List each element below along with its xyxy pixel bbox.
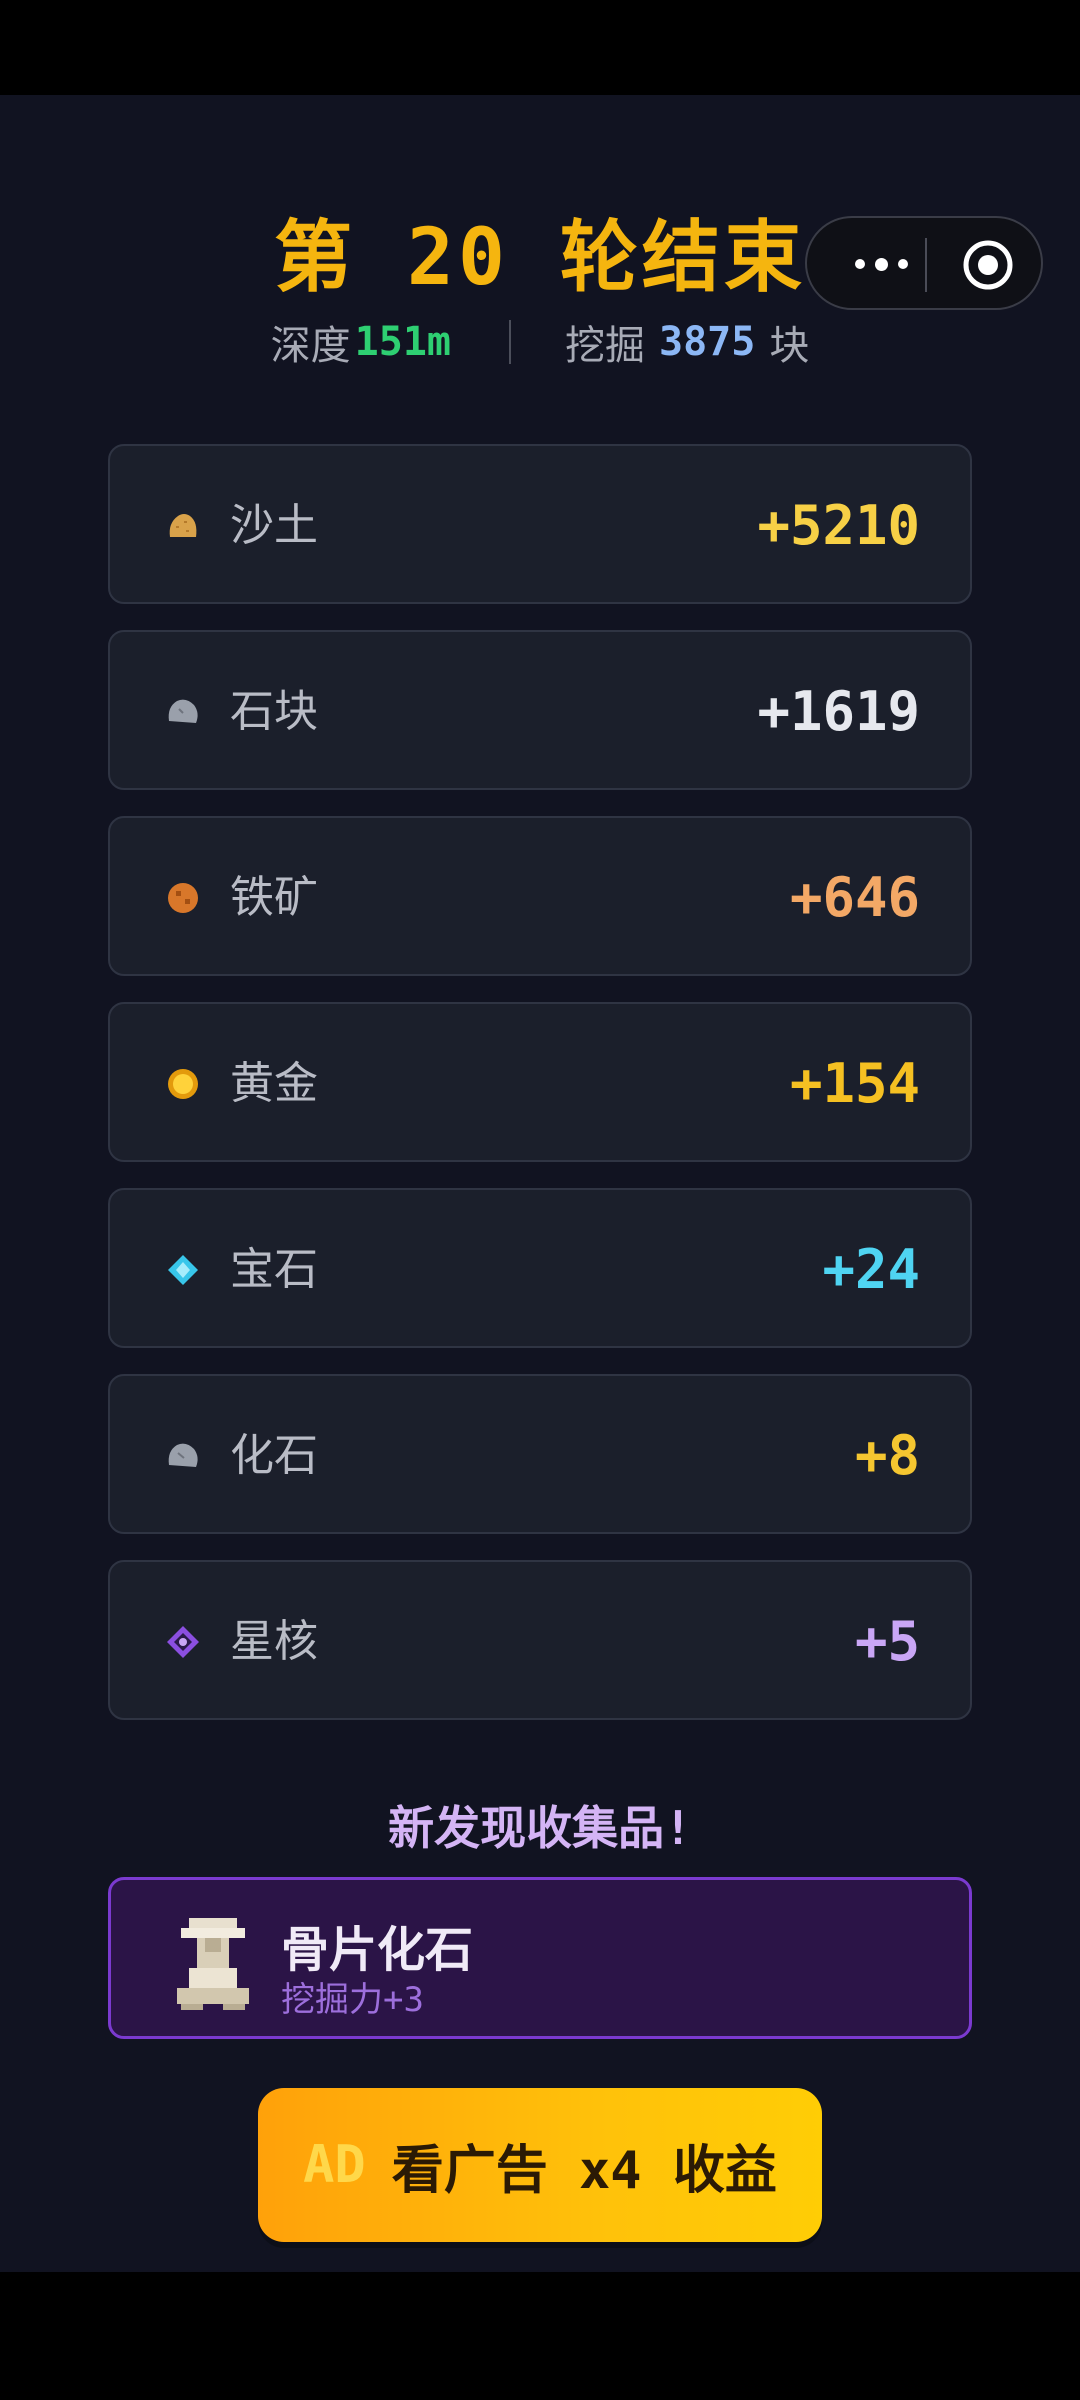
stone-icon — [168, 699, 198, 723]
reward-value: +154 — [789, 1052, 920, 1115]
reward-name: 化石 — [230, 1430, 318, 1481]
star-core-icon — [167, 1626, 199, 1658]
collectible-desc: 挖掘力+3 — [281, 1980, 424, 2020]
reward-card-star-core: 星核 +5 — [108, 1560, 972, 1720]
ad-tag: AD — [303, 2135, 366, 2195]
reward-value: +5210 — [757, 494, 920, 557]
dig-label: 挖掘 — [565, 323, 645, 369]
reward-card-stone: 石块 +1619 — [108, 630, 972, 790]
reward-name: 铁矿 — [230, 872, 318, 923]
more-dots-icon[interactable] — [841, 240, 921, 288]
collectible-name: 骨片化石 — [281, 1922, 474, 1978]
reward-value: +24 — [822, 1238, 920, 1301]
reward-value: +1619 — [757, 680, 920, 743]
capsule-divider — [925, 238, 927, 292]
reward-name: 宝石 — [230, 1244, 318, 1295]
reward-name: 星核 — [230, 1616, 318, 1667]
sand-icon — [169, 514, 197, 537]
reward-card-gem: 宝石 +24 — [108, 1188, 972, 1348]
fossil-icon — [168, 1443, 198, 1467]
reward-value: +646 — [789, 866, 920, 929]
stats-divider — [509, 320, 511, 364]
new-collectible-heading: 新发现收集品! — [388, 1801, 692, 1855]
iron-ore-icon — [168, 883, 198, 913]
navigation-bar — [0, 2272, 1080, 2400]
reward-name: 石块 — [230, 686, 318, 737]
reward-card-sand: 沙土 +5210 — [108, 444, 972, 604]
watch-ad-button[interactable]: AD 看广告 x4 收益 — [258, 2088, 822, 2242]
collectible-card: 骨片化石 挖掘力+3 — [108, 1877, 972, 2039]
reward-value: +8 — [854, 1424, 920, 1487]
status-bar — [0, 0, 1080, 95]
dig-value: 3875 — [659, 319, 756, 365]
mini-program-capsule — [805, 216, 1043, 310]
reward-card-iron: 铁矿 +646 — [108, 816, 972, 976]
reward-card-gold: 黄金 +154 — [108, 1002, 972, 1162]
gem-icon — [168, 1255, 198, 1285]
gold-icon — [168, 1069, 198, 1099]
round-stats: 深度 151m 挖掘 3875 块 — [0, 312, 1080, 372]
reward-name: 沙土 — [230, 500, 318, 551]
reward-card-fossil: 化石 +8 — [108, 1374, 972, 1534]
dig-unit: 块 — [769, 323, 810, 369]
ad-button-label: 看广告 x4 收益 — [391, 2140, 777, 2201]
reward-value: +5 — [854, 1610, 920, 1673]
depth-label: 深度 — [270, 323, 351, 369]
bone-fossil-icon — [177, 1918, 249, 2010]
depth-value: 151m — [354, 319, 451, 365]
target-circle-icon[interactable] — [961, 238, 1015, 292]
reward-name: 黄金 — [230, 1058, 318, 1109]
